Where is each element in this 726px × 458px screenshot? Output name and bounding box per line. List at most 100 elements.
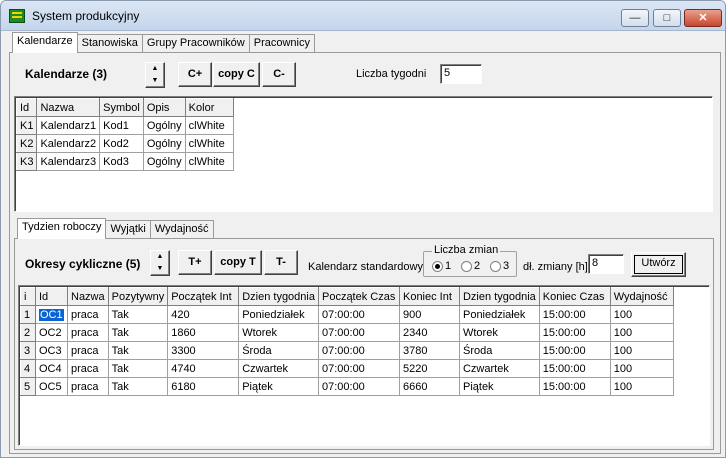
- table-cell[interactable]: 07:00:00: [317, 359, 400, 378]
- tab-stanowiska[interactable]: Stanowiska: [76, 34, 143, 53]
- table-cell[interactable]: Tak: [107, 359, 169, 378]
- table-cell[interactable]: 100: [609, 359, 674, 378]
- column-header[interactable]: Początek Czas: [317, 287, 400, 306]
- calendars-grid[interactable]: Id Nazwa Symbol Opis Kolor K1 Kalendarz1…: [14, 96, 713, 212]
- table-cell[interactable]: OC4: [35, 359, 68, 378]
- remove-period-button[interactable]: T-: [264, 250, 298, 275]
- table-cell[interactable]: Wtorek: [238, 323, 319, 342]
- row-index-cell[interactable]: 5: [20, 377, 36, 396]
- shift-radio-2[interactable]: 2: [461, 260, 480, 272]
- periods-spinner[interactable]: ▲ ▼: [150, 250, 170, 276]
- table-row[interactable]: K2 Kalendarz2 Kod2 Ogólny clWhite: [15, 134, 234, 153]
- table-cell[interactable]: Ogólny: [142, 134, 186, 153]
- column-header[interactable]: Dzien tygodnia: [458, 287, 540, 306]
- radio-selected-icon[interactable]: [432, 260, 443, 272]
- spinner-up-icon[interactable]: ▲: [151, 251, 169, 263]
- table-cell[interactable]: 15:00:00: [538, 359, 611, 378]
- column-header[interactable]: Id: [15, 98, 38, 117]
- table-row[interactable]: 5 OC5 praca Tak 6180 Piątek 07:00:00 666…: [20, 377, 674, 396]
- maximize-button[interactable]: □: [653, 9, 681, 27]
- table-cell[interactable]: praca: [67, 377, 109, 396]
- table-cell[interactable]: Poniedziałek: [238, 305, 319, 324]
- column-header[interactable]: Symbol: [99, 98, 144, 117]
- table-cell[interactable]: Piątek: [238, 377, 319, 396]
- table-cell[interactable]: 1860: [167, 323, 240, 342]
- table-cell[interactable]: 07:00:00: [317, 305, 400, 324]
- table-row[interactable]: 4 OC4 praca Tak 4740 Czwartek 07:00:00 5…: [20, 359, 674, 378]
- row-id-cell[interactable]: K2: [15, 134, 38, 153]
- row-id-cell[interactable]: K1: [15, 116, 38, 135]
- shift-radio-3[interactable]: 3: [490, 260, 509, 272]
- table-cell[interactable]: 15:00:00: [538, 305, 611, 324]
- table-cell[interactable]: clWhite: [184, 134, 234, 153]
- table-cell[interactable]: 100: [609, 377, 674, 396]
- table-cell[interactable]: clWhite: [184, 116, 234, 135]
- table-row[interactable]: 2 OC2 praca Tak 1860 Wtorek 07:00:00 234…: [20, 323, 674, 342]
- table-cell[interactable]: OC5: [35, 377, 68, 396]
- row-index-cell[interactable]: 4: [20, 359, 36, 378]
- add-calendar-button[interactable]: C+: [178, 62, 212, 87]
- table-cell[interactable]: 4740: [167, 359, 240, 378]
- spinner-down-icon[interactable]: ▼: [151, 263, 169, 275]
- table-cell[interactable]: praca: [67, 341, 109, 360]
- table-cell[interactable]: Ogólny: [142, 152, 186, 171]
- table-cell[interactable]: Poniedziałek: [458, 305, 540, 324]
- table-cell[interactable]: 15:00:00: [538, 341, 611, 360]
- table-cell[interactable]: 15:00:00: [538, 377, 611, 396]
- copy-period-button[interactable]: copy T: [214, 250, 262, 275]
- table-cell[interactable]: 07:00:00: [317, 323, 400, 342]
- table-row[interactable]: K3 Kalendarz3 Kod3 Ogólny clWhite: [15, 152, 234, 171]
- tab-wydajnosc[interactable]: Wydajność: [149, 220, 214, 239]
- table-cell[interactable]: 100: [609, 323, 674, 342]
- table-cell[interactable]: Kod2: [99, 134, 144, 153]
- tab-grupy-pracownikow[interactable]: Grupy Pracowników: [141, 34, 250, 53]
- radio-icon[interactable]: [490, 260, 501, 272]
- table-cell[interactable]: Kalendarz3: [36, 152, 101, 171]
- column-header[interactable]: Koniec Czas: [538, 287, 611, 306]
- table-cell[interactable]: Tak: [107, 377, 169, 396]
- tab-kalendarze[interactable]: Kalendarze: [12, 32, 78, 53]
- close-button[interactable]: ✕: [684, 9, 722, 27]
- radio-icon[interactable]: [461, 260, 472, 272]
- table-cell[interactable]: Środa: [238, 341, 319, 360]
- column-header[interactable]: Nazwa: [67, 287, 109, 306]
- table-cell[interactable]: 100: [609, 341, 674, 360]
- table-cell[interactable]: 3780: [398, 341, 460, 360]
- column-header[interactable]: Pozytywny: [107, 287, 169, 306]
- table-cell[interactable]: 15:00:00: [538, 323, 611, 342]
- table-cell[interactable]: 100: [609, 305, 674, 324]
- table-cell[interactable]: Ogólny: [142, 116, 186, 135]
- spinner-down-icon[interactable]: ▼: [146, 75, 164, 87]
- table-cell[interactable]: 420: [167, 305, 240, 324]
- column-header[interactable]: Opis: [142, 98, 186, 117]
- table-cell[interactable]: OC3: [35, 341, 68, 360]
- table-cell[interactable]: 07:00:00: [317, 341, 400, 360]
- column-header[interactable]: Koniec Int: [398, 287, 460, 306]
- table-cell[interactable]: 5220: [398, 359, 460, 378]
- column-header[interactable]: Kolor: [184, 98, 234, 117]
- spinner-up-icon[interactable]: ▲: [146, 63, 164, 75]
- table-cell[interactable]: Kod3: [99, 152, 144, 171]
- table-cell[interactable]: 2340: [398, 323, 460, 342]
- table-cell[interactable]: Tak: [107, 305, 169, 324]
- table-cell[interactable]: 07:00:00: [317, 377, 400, 396]
- add-period-button[interactable]: T+: [178, 250, 212, 275]
- tab-wyjatki[interactable]: Wyjątki: [105, 220, 151, 239]
- weeks-input[interactable]: 5: [440, 64, 482, 84]
- table-cell[interactable]: Czwartek: [458, 359, 540, 378]
- copy-calendar-button[interactable]: copy C: [213, 62, 260, 87]
- column-header[interactable]: Nazwa: [36, 98, 101, 117]
- table-cell[interactable]: Tak: [107, 341, 169, 360]
- title-bar[interactable]: System produkcyjny — □ ✕: [1, 1, 725, 31]
- row-index-cell[interactable]: 2: [20, 323, 36, 342]
- minimize-button[interactable]: —: [621, 9, 649, 27]
- table-cell[interactable]: Środa: [458, 341, 540, 360]
- table-cell[interactable]: Kalendarz1: [36, 116, 101, 135]
- column-header[interactable]: i: [20, 287, 36, 306]
- table-row[interactable]: 3 OC3 praca Tak 3300 Środa 07:00:00 3780…: [20, 341, 674, 360]
- remove-calendar-button[interactable]: C-: [262, 62, 296, 87]
- table-cell[interactable]: OC2: [35, 323, 68, 342]
- table-row[interactable]: 1 OC1 praca Tak 420 Poniedziałek 07:00:0…: [20, 305, 674, 324]
- table-cell[interactable]: 900: [398, 305, 460, 324]
- calendars-spinner[interactable]: ▲ ▼: [145, 62, 165, 88]
